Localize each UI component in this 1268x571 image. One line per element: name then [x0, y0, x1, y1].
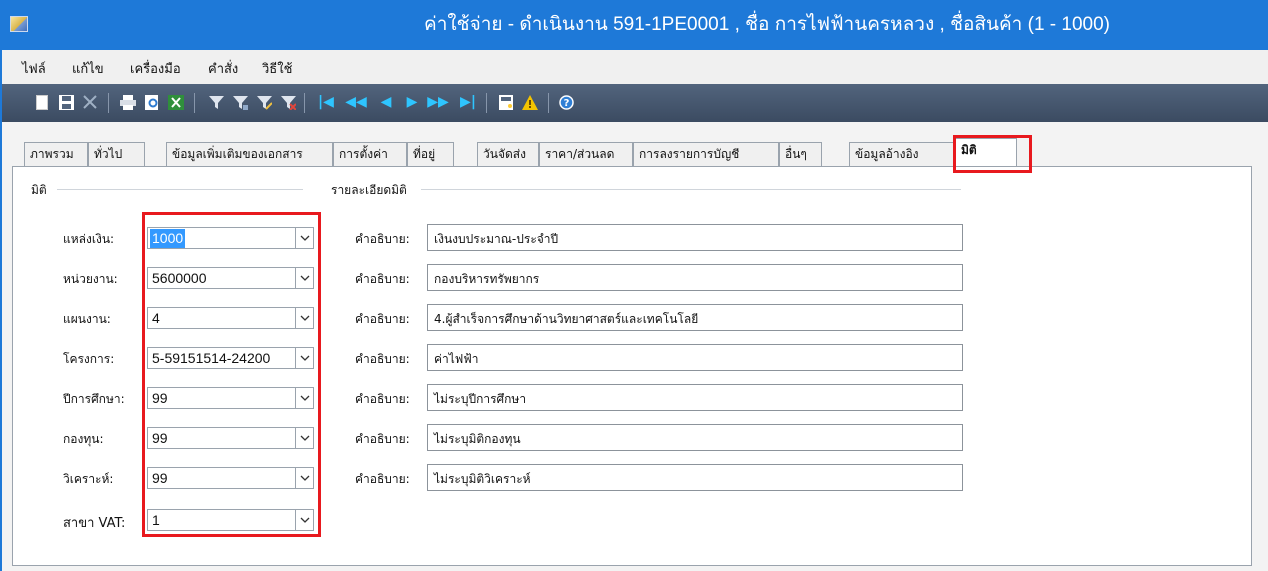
description-label: คำอธิบาย:: [355, 312, 410, 326]
dimension-group-title: มิติ: [31, 181, 53, 200]
menu-tools[interactable]: เครื่องมือ: [130, 58, 181, 79]
toolbar: |◀ ◀◀ ◀ ▶ ▶▶ ▶| ?: [2, 84, 1268, 122]
print-icon[interactable]: [120, 94, 136, 110]
save-icon[interactable]: [58, 94, 74, 110]
description-label: คำอธิบาย:: [355, 392, 410, 406]
application-window: ค่าใช้จ่าย - ดำเนินงาน 591-1PE0001 , ชื่…: [0, 0, 1268, 571]
tab-strip: ภาพรวม ทั่วไป ข้อมูลเพิ่มเติมของเอกสาร ก…: [12, 138, 1252, 166]
filter-by-selection-icon[interactable]: [232, 94, 248, 110]
help-icon[interactable]: ?: [558, 94, 574, 110]
previous-page-icon[interactable]: ◀◀: [345, 94, 367, 110]
tab-general[interactable]: ทั่วไป: [88, 142, 145, 166]
window-title: ค่าใช้จ่าย - ดำเนินงาน 591-1PE0001 , ชื่…: [424, 14, 1110, 35]
alert-icon[interactable]: [522, 94, 538, 110]
description-field: กองบริหารทรัพยากร: [427, 264, 963, 291]
toolbar-separator: [548, 93, 549, 113]
description-value: กองบริหารทรัพยากร: [434, 272, 540, 286]
menu-file[interactable]: ไฟล์: [22, 58, 46, 79]
description-value: ไม่ระบุปีการศึกษา: [434, 392, 527, 406]
advanced-filter-icon[interactable]: [256, 94, 272, 110]
menu-command[interactable]: คำสั่ง: [208, 58, 238, 79]
description-field: ค่าไฟฟ้า: [427, 344, 963, 371]
description-value: ค่าไฟฟ้า: [434, 352, 479, 366]
description-field: 4.ผู้สำเร็จการศึกษาด้านวิทยาศาสตร์และเทค…: [427, 304, 963, 331]
new-icon[interactable]: [34, 94, 50, 110]
tab-additional-document-info[interactable]: ข้อมูลเพิ่มเติมของเอกสาร: [166, 142, 333, 166]
tab-price-discount[interactable]: ราคา/ส่วนลด: [539, 142, 633, 166]
tab-address[interactable]: ที่อยู่: [407, 142, 454, 166]
description-label: คำอธิบาย:: [355, 432, 410, 446]
field-label-plan: แผนงาน:: [63, 312, 111, 326]
menu-bar: ไฟล์ แก้ไข เครื่องมือ คำสั่ง วิธีใช้: [2, 50, 1268, 84]
description-field: เงินงบประมาณ-ประจำปี: [427, 224, 963, 251]
description-value: 4.ผู้สำเร็จการศึกษาด้านวิทยาศาสตร์และเทค…: [434, 312, 699, 326]
description-value: เงินงบประมาณ-ประจำปี: [434, 232, 559, 246]
description-label: คำอธิบาย:: [355, 232, 410, 246]
dimensions-tab-highlight: [953, 135, 1032, 173]
tab-setup[interactable]: การตั้งค่า: [333, 142, 407, 166]
field-label-fund: กองทุน:: [63, 432, 104, 446]
toolbar-separator: [304, 93, 305, 113]
previous-record-icon[interactable]: ◀: [378, 94, 394, 110]
next-page-icon[interactable]: ▶▶: [427, 94, 449, 110]
description-label: คำอธิบาย:: [355, 472, 410, 486]
title-bar: ค่าใช้จ่าย - ดำเนินงาน 591-1PE0001 , ชื่…: [2, 0, 1268, 50]
next-record-icon[interactable]: ▶: [404, 94, 420, 110]
detail-group-title: รายละเอียดมิติ: [331, 181, 413, 200]
app-icon[interactable]: [10, 16, 28, 32]
description-field: ไม่ระบุมิติวิเคราะห์: [427, 464, 963, 491]
print-preview-icon[interactable]: [144, 94, 160, 110]
remove-filter-icon[interactable]: [280, 94, 296, 110]
field-label-department: หน่วยงาน:: [63, 272, 118, 286]
tab-other[interactable]: อื่นๆ: [779, 142, 822, 166]
tab-overview[interactable]: ภาพรวม: [24, 142, 88, 166]
tab-delivery-date[interactable]: วันจัดส่ง: [477, 142, 539, 166]
menu-edit[interactable]: แก้ไข: [72, 58, 104, 79]
toolbar-separator: [194, 93, 195, 113]
first-record-icon[interactable]: |◀: [318, 94, 334, 110]
delete-icon[interactable]: [82, 94, 98, 110]
menu-help[interactable]: วิธีใช้: [262, 58, 292, 79]
tab-posting[interactable]: การลงรายการบัญชี: [633, 142, 779, 166]
field-label-vat-branch: สาขา VAT:: [63, 516, 126, 531]
last-record-icon[interactable]: ▶|: [460, 94, 476, 110]
description-label: คำอธิบาย:: [355, 352, 410, 366]
field-label-project: โครงการ:: [63, 352, 115, 366]
dimension-fields-highlight: [142, 212, 321, 537]
field-label-academic-year: ปีการศึกษา:: [63, 392, 125, 406]
filter-icon[interactable]: [208, 94, 224, 110]
toolbar-separator: [108, 93, 109, 113]
field-label-analysis: วิเคราะห์:: [63, 472, 114, 486]
tab-references[interactable]: ข้อมูลอ้างอิง: [849, 142, 955, 166]
field-label-fund-source: แหล่งเงิน:: [63, 232, 115, 246]
group-divider: [57, 189, 303, 190]
toolbar-separator: [486, 93, 487, 113]
description-label: คำอธิบาย:: [355, 272, 410, 286]
svg-text:?: ?: [563, 98, 569, 109]
description-field: ไม่ระบุปีการศึกษา: [427, 384, 963, 411]
description-value: ไม่ระบุมิติวิเคราะห์: [434, 472, 531, 486]
export-excel-icon[interactable]: [168, 94, 184, 110]
description-value: ไม่ระบุมิติกองทุน: [434, 432, 521, 446]
document-handling-icon[interactable]: [498, 94, 514, 110]
group-divider: [421, 189, 961, 190]
description-field: ไม่ระบุมิติกองทุน: [427, 424, 963, 451]
